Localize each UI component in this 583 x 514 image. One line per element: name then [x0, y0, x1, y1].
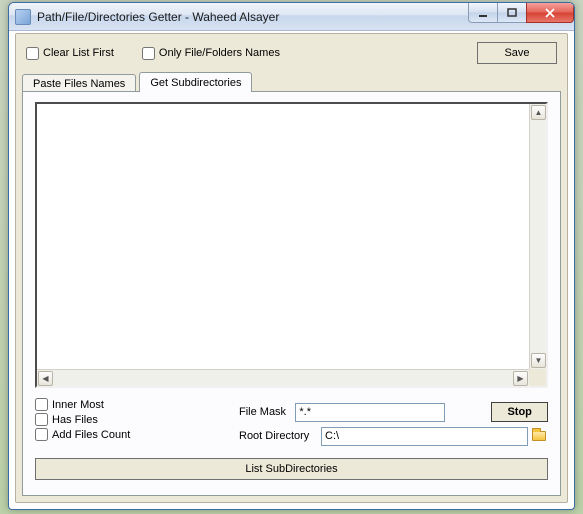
add-files-count-input[interactable] [35, 428, 48, 441]
stop-button[interactable]: Stop [491, 402, 548, 422]
file-mask-row: File Mask Stop [239, 402, 548, 422]
only-file-folders-label: Only File/Folders Names [159, 47, 280, 59]
app-icon [15, 9, 31, 25]
scroll-up-icon[interactable]: ▲ [531, 105, 546, 120]
maximize-button[interactable] [497, 3, 527, 23]
tab-strip: Paste Files Names Get Subdirectories [22, 72, 561, 92]
add-files-count-label: Add Files Count [52, 429, 130, 441]
only-file-folders-input[interactable] [142, 47, 155, 60]
horizontal-scrollbar[interactable]: ◀ ▶ [37, 369, 529, 386]
scroll-down-icon[interactable]: ▼ [531, 353, 546, 368]
app-window: Path/File/Directories Getter - Waheed Al… [8, 2, 575, 510]
client-area: Clear List First Only File/Folders Names… [15, 33, 568, 503]
file-mask-input[interactable] [295, 403, 445, 422]
folder-icon [532, 431, 546, 441]
top-options-row: Clear List First Only File/Folders Names… [26, 42, 557, 64]
scroll-corner [529, 369, 546, 386]
list-subdirectories-button[interactable]: List SubDirectories [35, 458, 548, 480]
inner-most-label: Inner Most [52, 399, 104, 411]
options-group: Inner Most Has Files Add Files Count [35, 398, 235, 443]
root-directory-row: Root Directory [239, 426, 548, 446]
minimize-button[interactable] [468, 3, 498, 23]
title-bar[interactable]: Path/File/Directories Getter - Waheed Al… [9, 3, 574, 31]
output-textarea[interactable]: ▲ ▼ ◀ ▶ [35, 102, 548, 388]
clear-list-first-input[interactable] [26, 47, 39, 60]
vertical-scrollbar[interactable]: ▲ ▼ [529, 104, 546, 369]
tab-panel-get-subdirectories: ▲ ▼ ◀ ▶ Inner Most Has File [22, 91, 561, 496]
inner-most-checkbox[interactable]: Inner Most [35, 398, 235, 411]
close-button[interactable] [526, 3, 574, 23]
fields-group: File Mask Stop Root Directory [239, 402, 548, 450]
has-files-label: Has Files [52, 414, 98, 426]
browse-folder-button[interactable] [530, 428, 548, 445]
scroll-left-icon[interactable]: ◀ [38, 371, 53, 386]
clear-list-first-checkbox[interactable]: Clear List First [26, 47, 114, 60]
save-button[interactable]: Save [477, 42, 557, 64]
root-directory-input[interactable] [321, 427, 528, 446]
window-title: Path/File/Directories Getter - Waheed Al… [37, 10, 279, 24]
only-file-folders-checkbox[interactable]: Only File/Folders Names [142, 47, 280, 60]
tab-get-subdirectories[interactable]: Get Subdirectories [139, 72, 252, 92]
scroll-right-icon[interactable]: ▶ [513, 371, 528, 386]
output-text-content[interactable] [37, 104, 529, 369]
clear-list-first-label: Clear List First [43, 47, 114, 59]
add-files-count-checkbox[interactable]: Add Files Count [35, 428, 235, 441]
has-files-checkbox[interactable]: Has Files [35, 413, 235, 426]
file-mask-label: File Mask [239, 406, 295, 418]
has-files-input[interactable] [35, 413, 48, 426]
inner-most-input[interactable] [35, 398, 48, 411]
window-controls [469, 3, 574, 23]
root-directory-label: Root Directory [239, 430, 321, 442]
